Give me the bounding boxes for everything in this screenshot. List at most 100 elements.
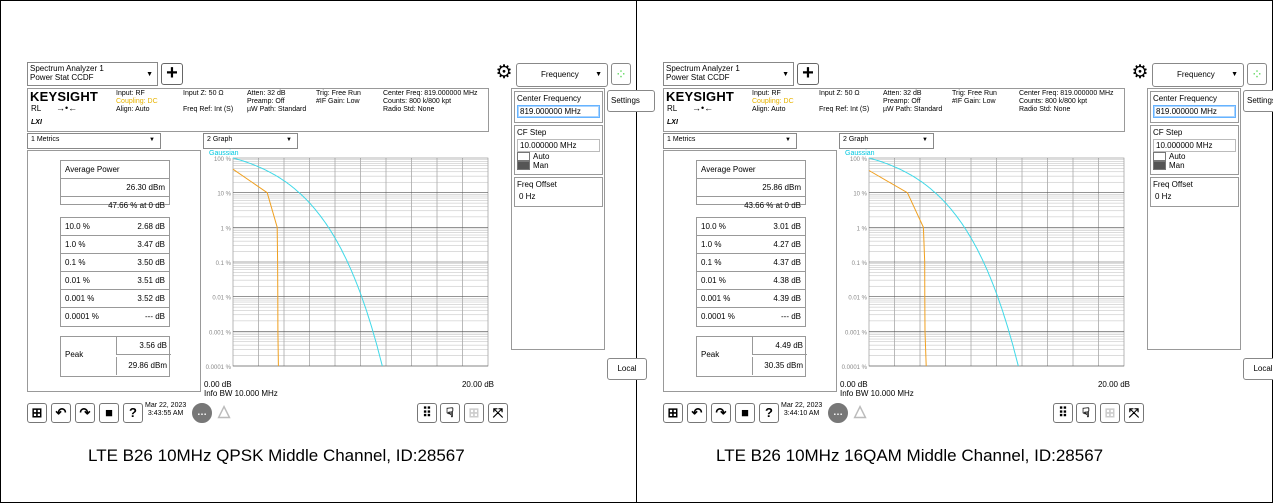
add-window-button[interactable]: + [161, 63, 183, 85]
peak-db-row: 3.56 dB [116, 337, 171, 355]
help-icon[interactable]: ? [123, 403, 143, 423]
touch-icon[interactable]: ☟ [440, 403, 460, 423]
local-button[interactable]: Local [1243, 358, 1273, 380]
radio-std-label: Radio Std: None [1019, 106, 1071, 113]
cf-step-key[interactable]: CF Step 10.000000 MHz Auto Man [514, 125, 603, 175]
ccdf-probability: 0.1 % [65, 258, 86, 267]
windows-icon[interactable]: ⊞ [27, 403, 47, 423]
freq-offset-field[interactable]: 0 Hz [1153, 191, 1236, 202]
cf-step-field[interactable]: 10.000000 MHz [1153, 139, 1236, 152]
ccdf-table-row: 0.0001 % --- dB [61, 308, 169, 326]
status-header[interactable]: KEYSIGHT RL →•← LXI Input: RF Coupling: … [27, 88, 489, 132]
window-selector[interactable]: Spectrum Analyzer 1 Power Stat CCDF ▼ [27, 62, 158, 86]
warning-icon[interactable]: △ [850, 403, 870, 423]
center-frequency-key[interactable]: Center Frequency 819.000000 MHz [1150, 91, 1239, 123]
auto-option[interactable]: Auto [1153, 152, 1236, 161]
menu-selector[interactable]: Frequency ▼ [1152, 63, 1244, 87]
ccdf-table-row: 1.0 % 4.27 dB [697, 236, 805, 254]
cf-step-field[interactable]: 10.000000 MHz [517, 139, 600, 152]
ccdf-probability: 0.0001 % [701, 312, 735, 321]
input-label: Input: RF [752, 90, 781, 97]
fullscreen-icon[interactable]: ⤧ [488, 403, 508, 423]
message-icon[interactable]: … [828, 403, 848, 423]
input-z-label: Input Z: 50 Ω [183, 90, 224, 97]
touch-icon[interactable]: ☟ [1076, 403, 1096, 423]
atten-label: Atten: 32 dB [883, 90, 922, 97]
y-tick-label: 100 % [850, 157, 868, 163]
center-frequency-field[interactable]: 819.000000 MHz [517, 105, 600, 118]
average-power-dbm-row: 26.30 dBm [61, 179, 169, 197]
window-selector[interactable]: Spectrum Analyzer 1 Power Stat CCDF ▼ [663, 62, 794, 86]
y-tick-label: 0.1 % [852, 261, 868, 267]
folder-icon[interactable]: ■ [99, 403, 119, 423]
tab-graph[interactable]: 2 Graph ▼ [203, 133, 298, 149]
ccdf-probability: 0.001 % [65, 294, 95, 303]
folder-icon[interactable]: ■ [735, 403, 755, 423]
man-option[interactable]: Man [1153, 161, 1236, 170]
freq-offset-key[interactable]: Freq Offset 0 Hz [1150, 177, 1239, 207]
tab-graph[interactable]: 2 Graph ▼ [839, 133, 934, 149]
ccdf-db-value: 3.47 dB [137, 240, 165, 249]
align-label: Align: Auto [752, 106, 786, 113]
center-frequency-field[interactable]: 819.000000 MHz [1153, 105, 1236, 118]
grid-layout-icon[interactable]: ⠿ [417, 403, 437, 423]
metrics-panel: Average Power 26.30 dBm 47.66 % at 0 dB … [27, 150, 201, 392]
coupling-label: Coupling: DC [752, 98, 794, 105]
freq-offset-label: Freq Offset [1153, 180, 1193, 189]
auto-option[interactable]: Auto [517, 152, 600, 161]
y-tick-label: 10 % [217, 192, 231, 198]
date-label: Mar 22, 2023 [145, 402, 187, 409]
redo-icon[interactable]: ↷ [711, 403, 731, 423]
freq-offset-key[interactable]: Freq Offset 0 Hz [514, 177, 603, 207]
uw-path-label: µW Path: Standard [247, 106, 307, 113]
ccdf-table-row: 0.01 % 4.38 dB [697, 272, 805, 290]
chevron-down-icon: ▼ [595, 71, 602, 78]
man-option[interactable]: Man [517, 161, 600, 170]
freq-offset-field[interactable]: 0 Hz [517, 191, 600, 202]
y-tick-label: 100 % [214, 157, 232, 163]
man-label: Man [1169, 161, 1185, 170]
cf-step-key[interactable]: CF Step 10.000000 MHz Auto Man [1150, 125, 1239, 175]
center-frequency-key[interactable]: Center Frequency 819.000000 MHz [514, 91, 603, 123]
message-icon[interactable]: … [192, 403, 212, 423]
counts-label: Counts: 800 k/800 kpt [1019, 98, 1088, 105]
x-axis-start: 0.00 dB [204, 380, 232, 389]
chevron-down-icon: ▼ [782, 71, 789, 78]
auto-label: Auto [533, 152, 550, 161]
peak-dbm: 29.86 dBm [128, 361, 167, 370]
tab-metrics[interactable]: 1 Metrics ▼ [27, 133, 161, 149]
auto-radio[interactable] [517, 152, 530, 161]
add-window-button[interactable]: + [797, 63, 819, 85]
center-frequency-label: Center Frequency [517, 94, 582, 103]
auto-radio[interactable] [1153, 152, 1166, 161]
local-button[interactable]: Local [607, 358, 647, 380]
ccdf-db-value: 4.38 dB [773, 276, 801, 285]
windows-icon[interactable]: ⊞ [663, 403, 683, 423]
menu-selector[interactable]: Frequency ▼ [516, 63, 608, 87]
bottom-toolbar: ⊞ ↶ ↷ ■ ? Mar 22, 2023 3:44:10 AM … △ ⠿ … [663, 401, 1144, 427]
fullscreen-icon[interactable]: ⤧ [1124, 403, 1144, 423]
multi-window-icon[interactable]: ⊞ [464, 403, 484, 423]
ccdf-probability: 10.0 % [65, 222, 90, 231]
y-tick-label: 0.01 % [212, 296, 231, 302]
grid-layout-icon[interactable]: ⠿ [1053, 403, 1073, 423]
settings-button[interactable]: Settings [1243, 90, 1273, 112]
status-header[interactable]: KEYSIGHT RL →•← LXI Input: RF Coupling: … [663, 88, 1125, 132]
ccdf-db-value: 3.52 dB [137, 294, 165, 303]
gear-icon[interactable]: ⚙ [1130, 63, 1150, 85]
tab-metrics-label: 1 Metrics [31, 136, 60, 143]
man-radio[interactable] [517, 161, 530, 170]
multi-window-icon[interactable]: ⊞ [1100, 403, 1120, 423]
x-axis-end: 20.00 dB [461, 380, 494, 389]
y-tick-label: 0.0001 % [842, 365, 868, 371]
undo-icon[interactable]: ↶ [51, 403, 71, 423]
tab-metrics[interactable]: 1 Metrics ▼ [663, 133, 797, 149]
y-tick-label: 1 % [221, 226, 232, 232]
gear-icon[interactable]: ⚙ [494, 63, 514, 85]
redo-icon[interactable]: ↷ [75, 403, 95, 423]
man-radio[interactable] [1153, 161, 1166, 170]
undo-icon[interactable]: ↶ [687, 403, 707, 423]
help-icon[interactable]: ? [759, 403, 779, 423]
warning-icon[interactable]: △ [214, 403, 234, 423]
settings-button[interactable]: Settings [607, 90, 655, 112]
